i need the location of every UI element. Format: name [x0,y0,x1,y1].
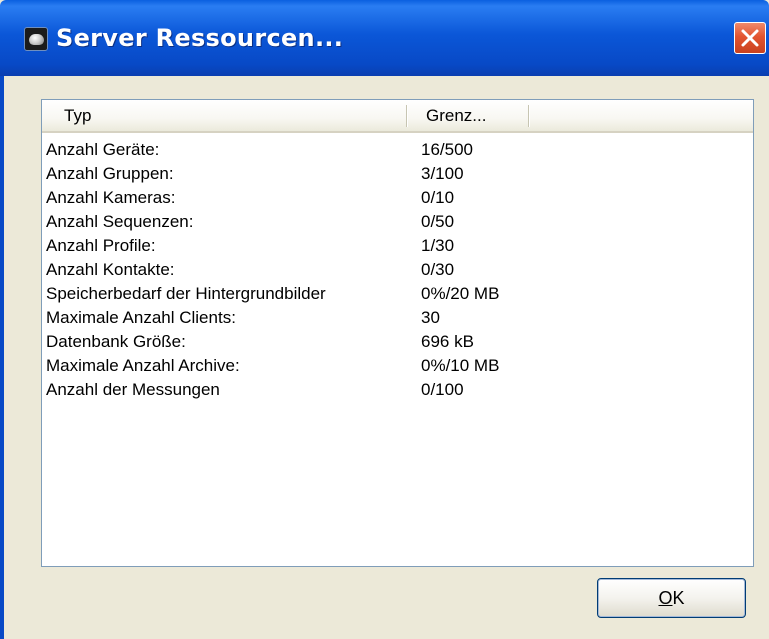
camera-dome-shape [29,34,44,45]
list-item[interactable]: Anzahl Geräte: 16/500 [42,138,753,162]
title-bar[interactable]: Server Ressourcen... [0,0,769,76]
resource-type: Anzahl Gruppen: [46,164,174,183]
resource-limit: 0/50 [421,212,455,231]
resource-type: Anzahl der Messungen [46,380,220,399]
resource-limit: 3/100 [421,164,464,183]
ok-button[interactable]: OK [597,578,746,618]
list-item[interactable]: Anzahl Kontakte: 0/30 [42,258,753,282]
close-button[interactable] [734,22,766,54]
list-item[interactable]: Anzahl Sequenzen: 0/50 [42,210,753,234]
resource-limit: 696 kB [421,332,474,351]
ok-mnemonic: O [658,588,673,608]
resource-type: Maximale Anzahl Archive: [46,356,240,375]
resource-type: Anzahl Kontakte: [46,260,175,279]
list-item[interactable]: Anzahl Profile: 1/30 [42,234,753,258]
resource-type: Anzahl Geräte: [46,140,160,159]
resource-limit: 0%/10 MB [421,356,500,375]
resource-type: Anzahl Sequenzen: [46,212,194,231]
resource-list[interactable]: Typ Grenz... Anzahl Geräte: 16/500 Anzahl … [41,99,754,567]
resource-type: Maximale Anzahl Clients: [46,308,236,327]
resource-limit: 0%/20 MB [421,284,500,303]
resource-limit: 16/500 [421,140,473,159]
list-header: Typ Grenz... [42,100,753,133]
column-header-grenz[interactable]: Grenz... [406,100,529,131]
list-item[interactable]: Datenbank Größe: 696 kB [42,330,753,354]
list-item[interactable]: Maximale Anzahl Archive: 0%/10 MB [42,354,753,378]
resource-type: Anzahl Kameras: [46,188,176,207]
list-rows: Anzahl Geräte: 16/500 Anzahl Gruppen: 3/100… [42,138,753,402]
resource-type: Speicherbedarf der Hintergrundbilder [46,284,326,303]
list-item[interactable]: Maximale Anzahl Clients: 30 [42,306,753,330]
close-icon [741,29,759,47]
list-item[interactable]: Anzahl Kameras: 0/10 [42,186,753,210]
list-item[interactable]: Anzahl Gruppen: 3/100 [42,162,753,186]
dialog-window: Server Ressourcen... Typ Grenz... Anzahl… [0,0,769,639]
list-item[interactable]: Anzahl der Messungen 0/100 [42,378,753,402]
window-title: Server Ressourcen... [56,24,344,52]
ok-label-rest: K [672,588,685,608]
resource-limit: 0/100 [421,380,464,399]
resource-limit: 0/30 [421,260,455,279]
camera-dome-icon [24,27,48,51]
resource-type: Datenbank Größe: [46,332,186,351]
resource-limit: 30 [421,308,440,327]
resource-type: Anzahl Profile: [46,236,156,255]
resource-limit: 1/30 [421,236,455,255]
column-header-typ[interactable]: Typ [42,100,406,131]
resource-limit: 0/10 [421,188,455,207]
column-separator[interactable] [528,105,530,127]
list-item[interactable]: Speicherbedarf der Hintergrundbilder 0%/2… [42,282,753,306]
